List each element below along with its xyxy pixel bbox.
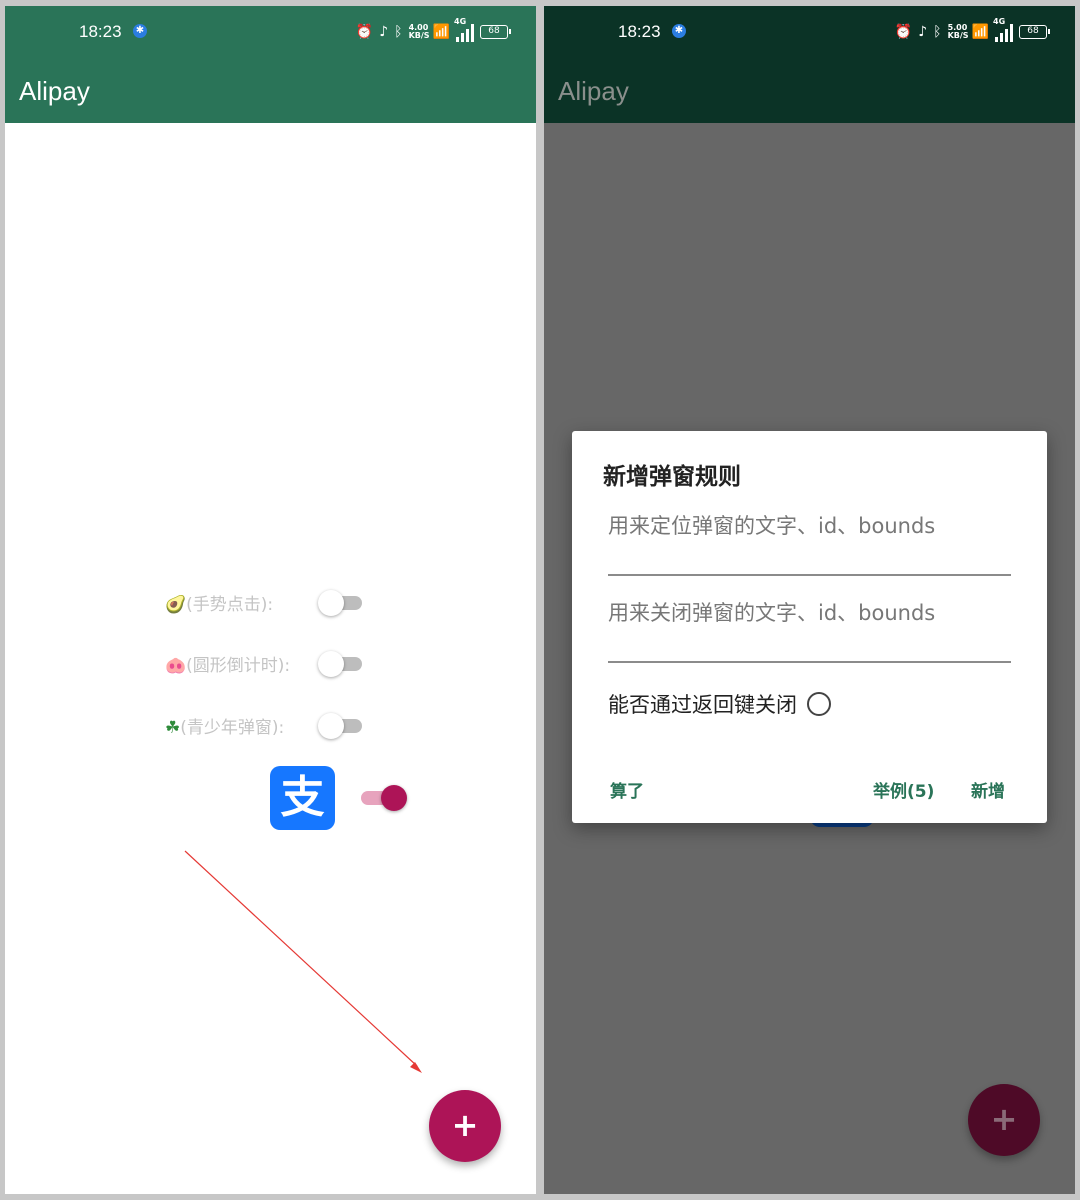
wifi-icon: 📶 (971, 24, 989, 40)
battery-icon: 68 (1019, 25, 1050, 39)
phone-screen-dialog: 18:23 ✱ ⏰ ♪ ᛒ 5.00 KB/S 📶 4G 68 Alipay + … (544, 6, 1075, 1194)
signal-icon: 4G (993, 17, 1013, 42)
status-bar: 18:23 ✱ ⏰ ♪ ᛒ 4.00 KB/S 📶 4G 68 (5, 6, 536, 60)
status-icons: ⏰ ♪ ᛒ 5.00 KB/S 📶 4G 68 (894, 17, 1050, 44)
notification-icon: ✱ (133, 24, 147, 38)
app-toolbar: Alipay (5, 60, 536, 123)
status-icons: ⏰ ♪ ᛒ 4.00 KB/S 📶 4G 68 (355, 17, 511, 44)
music-mute-icon: ♪ (379, 24, 389, 40)
back-key-option[interactable]: 能否通过返回键关闭 (608, 689, 831, 719)
annotation-arrow (184, 850, 422, 1073)
signal-icon: 4G (454, 17, 474, 42)
status-bar: 18:23 ✱ ⏰ ♪ ᛒ 5.00 KB/S 📶 4G 68 (544, 6, 1075, 60)
example-button[interactable]: 举例(5) (873, 777, 934, 802)
wifi-icon: 📶 (432, 24, 450, 40)
net-speed: 4.00 KB/S (408, 23, 430, 40)
radio-icon[interactable] (807, 692, 831, 716)
alarm-icon: ⏰ (894, 24, 913, 40)
dialog-title: 新增弹窗规则 (603, 464, 741, 490)
phone-screen-main: 18:23 ✱ ⏰ ♪ ᛒ 4.00 KB/S 📶 4G 68 Alipay 🥑(… (5, 6, 536, 1194)
app-toolbar: Alipay (544, 60, 1075, 123)
notification-icon: ✱ (672, 24, 686, 38)
net-speed: 5.00 KB/S (947, 23, 969, 40)
battery-icon: 68 (480, 25, 511, 39)
add-button[interactable]: 新增 (971, 777, 1005, 802)
alarm-icon: ⏰ (355, 24, 374, 40)
bluetooth-icon: ᛒ (394, 24, 403, 40)
rules-content: 🥑(手势点击): 🐽(圆形倒计时): ☘(青少年弹窗): 支 + (5, 123, 536, 1194)
close-popup-input[interactable]: 用来关闭弹窗的文字、id、bounds (608, 598, 1011, 663)
page-title: Alipay (558, 76, 629, 106)
cancel-button[interactable]: 算了 (610, 777, 644, 802)
bluetooth-icon: ᛒ (933, 24, 942, 40)
add-rule-button[interactable]: + (429, 1090, 501, 1162)
add-popup-rule-dialog: 新增弹窗规则 用来定位弹窗的文字、id、bounds 用来关闭弹窗的文字、id、… (572, 431, 1047, 823)
status-time: 18:23 (79, 22, 122, 41)
locate-popup-input[interactable]: 用来定位弹窗的文字、id、bounds (608, 511, 1011, 576)
music-mute-icon: ♪ (918, 24, 928, 40)
status-time: 18:23 (618, 22, 661, 41)
add-rule-button-dimmed: + (968, 1084, 1040, 1156)
page-title: Alipay (19, 76, 90, 106)
back-key-label: 能否通过返回键关闭 (608, 693, 797, 717)
